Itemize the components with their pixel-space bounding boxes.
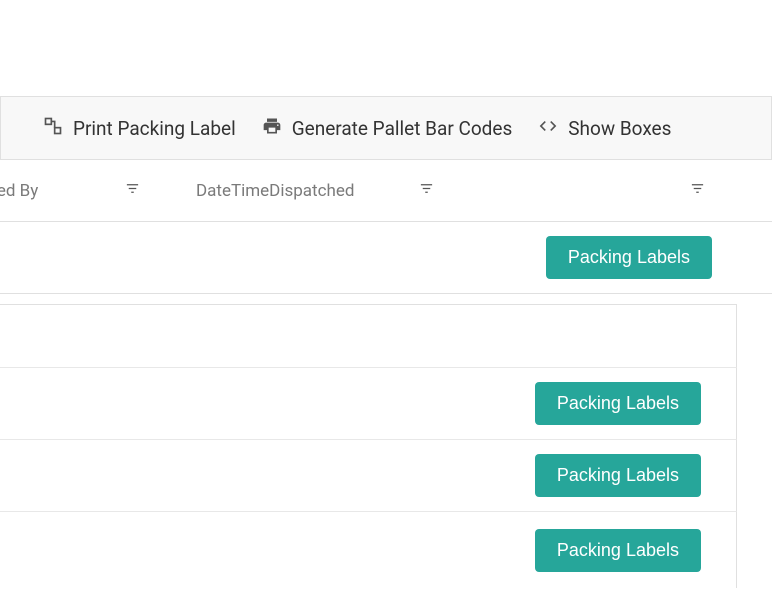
table-row [0,304,737,368]
toolbar-label: Print Packing Label [73,117,236,140]
table-header-row: belled By DateTimeDispatched [0,160,772,222]
packing-labels-button[interactable]: Packing Labels [535,454,701,497]
column-header-datetime-dispatched[interactable]: DateTimeDispatched [196,181,434,201]
packing-labels-button[interactable]: Packing Labels [546,236,712,279]
table-row: Packing Labels [0,368,737,440]
filter-icon[interactable] [690,181,705,201]
column-header-label: belled By [0,181,38,201]
filter-icon[interactable] [125,181,140,201]
code-icon [538,116,558,141]
packing-labels-button[interactable]: Packing Labels [535,382,701,425]
generate-pallet-barcodes-button[interactable]: Generate Pallet Bar Codes [262,116,513,141]
workflow-icon [43,116,63,141]
column-header-actions[interactable] [690,181,720,201]
toolbar: Print Packing Label Generate Pallet Bar … [0,96,772,160]
column-header-label: DateTimeDispatched [196,181,354,201]
table-row: Packing Labels [0,512,737,588]
filter-icon[interactable] [419,181,434,201]
print-packing-label-button[interactable]: Print Packing Label [43,116,236,141]
print-icon [262,116,282,141]
packing-labels-button[interactable]: Packing Labels [535,529,701,572]
show-boxes-button[interactable]: Show Boxes [538,116,671,141]
column-header-labelled-by[interactable]: belled By [0,181,140,201]
table-row: Packing Labels [0,440,737,512]
toolbar-label: Generate Pallet Bar Codes [292,117,513,140]
toolbar-label: Show Boxes [568,117,671,140]
table-row: Packing Labels [0,222,772,294]
